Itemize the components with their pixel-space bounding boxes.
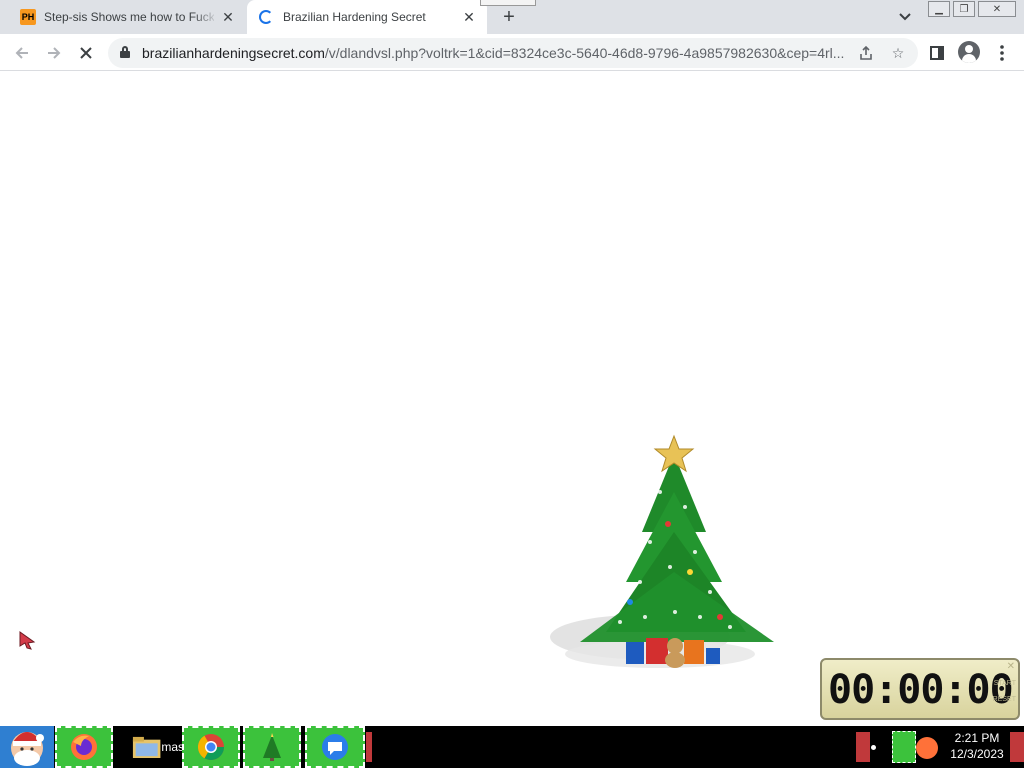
taskbar-folder-label: mas xyxy=(161,740,184,754)
digital-clock-widget[interactable]: 00:00:00 ✕ START RESET xyxy=(820,658,1020,720)
start-button[interactable] xyxy=(0,726,54,768)
taskbar-tree-app-button[interactable] xyxy=(243,726,301,768)
system-clock[interactable]: 2:21 PM 12/3/2023 xyxy=(944,730,1010,762)
close-tab-icon[interactable]: ✕ xyxy=(220,9,236,25)
mouse-cursor-icon xyxy=(18,630,36,650)
screen: PH Step-sis Shows me how to Fuck · ✕ Bra… xyxy=(0,0,1024,768)
browser-toolbar: brazilianhardeningsecret.com/v/dlandvsl.… xyxy=(0,34,1024,71)
minimize-window-icon[interactable]: ▁ xyxy=(928,1,950,17)
chrome-icon xyxy=(197,734,225,761)
url-text[interactable]: brazilianhardeningsecret.com/v/dlandvsl.… xyxy=(142,45,852,61)
clock-display: 00:00:00 xyxy=(828,667,1014,713)
tray-indicator[interactable] xyxy=(856,732,870,762)
tab-active[interactable]: Brazilian Hardening Secret ✕ xyxy=(247,0,487,34)
taskbar-folder-button[interactable]: mas xyxy=(132,726,184,768)
stop-loading-icon[interactable] xyxy=(73,40,99,66)
tab-inactive[interactable]: PH Step-sis Shows me how to Fuck · ✕ xyxy=(12,0,246,34)
firefox-icon xyxy=(71,734,97,760)
tab-title-fade xyxy=(194,0,218,34)
forward-arrow-icon[interactable] xyxy=(41,40,67,66)
taskbar: mas 2:21 PM 12/3/2023 xyxy=(0,726,1024,768)
clock-time: 2:21 PM xyxy=(954,731,1000,745)
site-favicon-icon: PH xyxy=(20,9,36,25)
network-tray-icon[interactable] xyxy=(892,731,916,763)
christmas-tree-widget[interactable] xyxy=(550,432,780,677)
tray-dot-icon xyxy=(871,745,876,750)
clock-start-label[interactable]: START xyxy=(994,680,1016,687)
clock-reset-label[interactable]: RESET xyxy=(993,696,1016,703)
loading-spinner-icon xyxy=(259,10,273,24)
kebab-menu-icon[interactable] xyxy=(989,40,1015,66)
address-bar[interactable]: brazilianhardeningsecret.com/v/dlandvsl.… xyxy=(108,38,918,68)
taskbar-separator xyxy=(366,732,372,762)
new-tab-plus-icon[interactable]: + xyxy=(498,6,520,28)
lock-icon[interactable] xyxy=(120,46,130,58)
profile-icon[interactable] xyxy=(958,41,980,63)
tab-title: Brazilian Hardening Secret xyxy=(283,10,426,24)
url-path: /v/dlandvsl.php?voltrk=1&cid=8324ce3c-56… xyxy=(324,45,845,61)
side-panel-icon[interactable] xyxy=(924,40,950,66)
close-window-icon[interactable]: ✕ xyxy=(978,1,1016,17)
show-desktop-button[interactable] xyxy=(1010,732,1024,762)
folder-icon xyxy=(132,736,161,758)
taskbar-chrome-button[interactable] xyxy=(182,726,240,768)
share-icon[interactable] xyxy=(856,43,876,63)
taskbar-firefox-button[interactable] xyxy=(55,726,113,768)
star-icon[interactable]: ☆ xyxy=(888,43,908,63)
tab-title: Step-sis Shows me how to Fuck · xyxy=(44,10,214,24)
url-domain: brazilianhardeningsecret.com xyxy=(142,45,325,61)
chat-bubble-icon xyxy=(322,734,348,760)
volume-tray-icon[interactable] xyxy=(916,737,938,759)
close-tab-icon[interactable]: ✕ xyxy=(461,9,477,25)
page-content xyxy=(0,71,1024,726)
restore-window-icon[interactable]: ❐ xyxy=(953,1,975,17)
christmas-tree-icon xyxy=(263,733,281,761)
taskbar-chat-app-button[interactable] xyxy=(305,726,365,768)
close-icon[interactable]: ✕ xyxy=(1007,661,1015,672)
tab-search-chevron-icon[interactable] xyxy=(896,8,914,26)
tab-strip: PH Step-sis Shows me how to Fuck · ✕ Bra… xyxy=(0,0,1024,34)
clock-date: 12/3/2023 xyxy=(950,747,1004,761)
back-arrow-icon[interactable] xyxy=(9,40,35,66)
